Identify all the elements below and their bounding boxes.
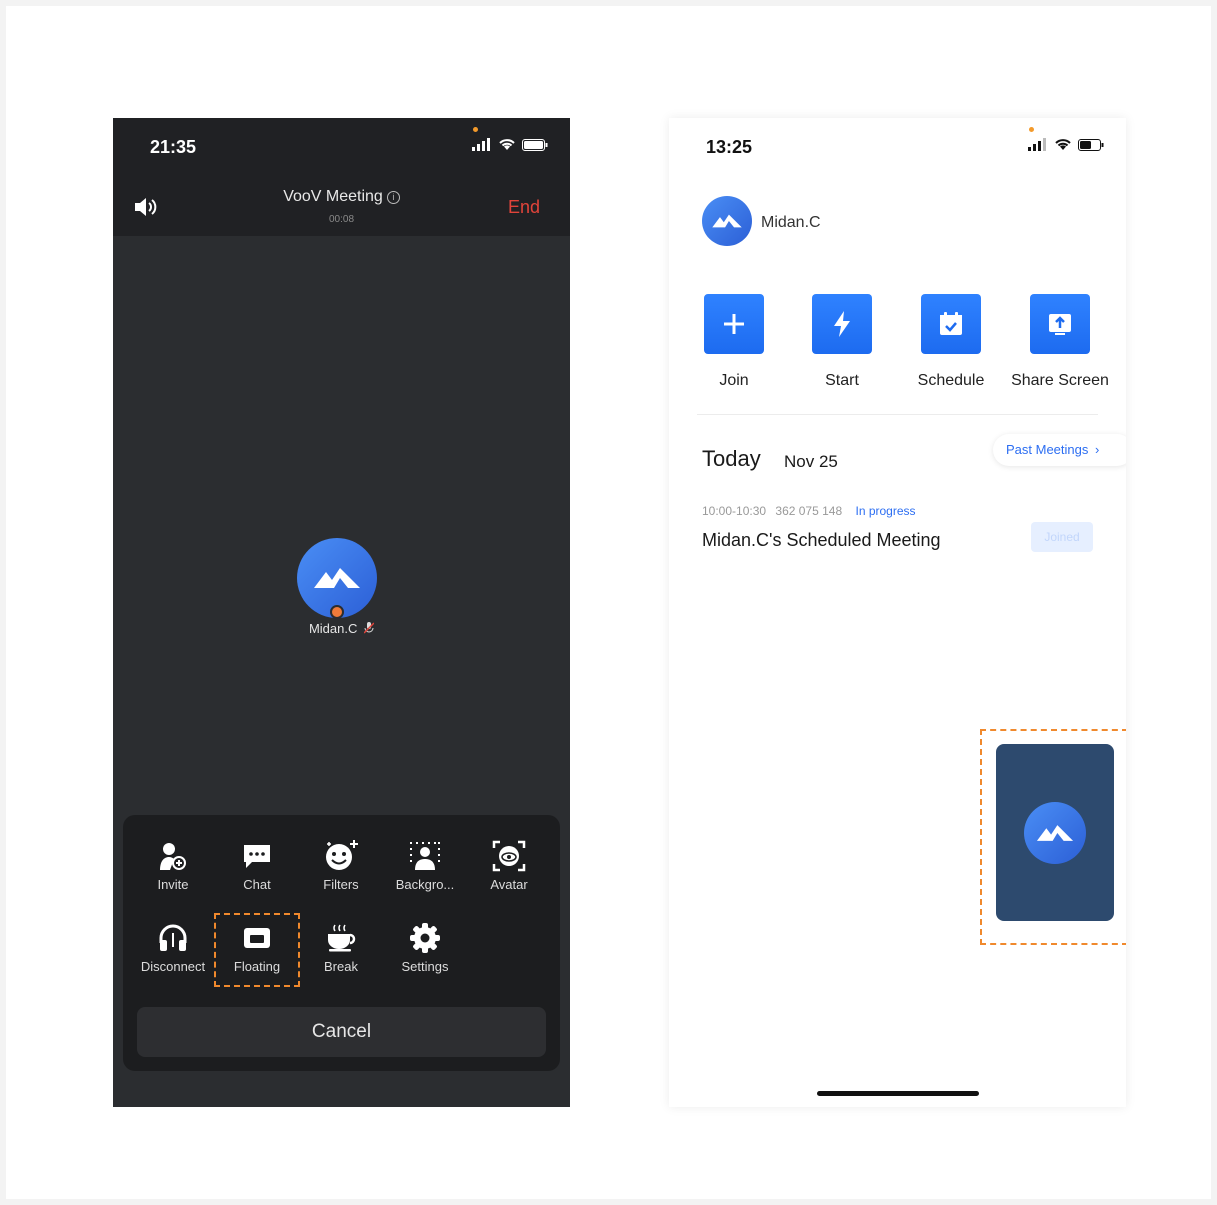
background-button[interactable]: Backgro... [383, 837, 467, 892]
joined-button[interactable]: Joined [1031, 522, 1093, 552]
background-icon [410, 842, 440, 870]
canvas: 21:35 VooV Meeting i 00:08 End Midan.C I… [6, 6, 1211, 1199]
headphones-icon [159, 924, 187, 951]
meeting-time-range: 10:00-10:30 [702, 504, 767, 518]
share-screen-icon [1049, 314, 1071, 335]
info-icon[interactable]: i [386, 191, 400, 204]
divider [697, 414, 1098, 415]
avatar-button[interactable]: Avatar [467, 837, 551, 892]
battery-icon [1078, 138, 1104, 151]
gear-icon [410, 923, 440, 953]
face-filter-icon [326, 840, 358, 870]
wifi-icon [499, 139, 515, 150]
participant-name: Midan.C [113, 621, 570, 636]
meeting-title[interactable]: Midan.C's Scheduled Meeting [702, 530, 941, 551]
meeting-title[interactable]: VooV Meeting i [113, 188, 570, 206]
floating-window[interactable] [996, 744, 1114, 921]
wifi-icon [1055, 139, 1071, 150]
chat-button[interactable]: Chat [215, 837, 299, 892]
disconnect-label: Disconnect [140, 959, 206, 974]
coffee-cup-icon [328, 924, 356, 952]
floating-avatar [1024, 801, 1086, 864]
settings-label: Settings [401, 959, 449, 974]
signal-icon [1028, 138, 1046, 151]
status-time: 13:25 [706, 137, 753, 157]
meeting-duration: 00:08 [328, 214, 355, 225]
participant-name-text: Midan.C [308, 621, 358, 636]
user-name[interactable]: Midan.C [761, 214, 821, 232]
invite-label: Invite [157, 877, 189, 892]
today-heading: Today [702, 446, 761, 471]
add-person-icon [160, 843, 186, 870]
past-meetings-button[interactable]: Past Meetings › [993, 434, 1126, 466]
meeting-screen: 21:35 VooV Meeting i 00:08 End Midan.C I… [113, 118, 570, 1107]
chevron-right-icon: › [1095, 442, 1100, 457]
background-label: Backgro... [395, 877, 455, 892]
break-label: Break [324, 959, 358, 974]
user-avatar[interactable] [702, 196, 752, 246]
mic-muted-icon [364, 622, 375, 634]
meeting-title-text: VooV Meeting [283, 188, 383, 205]
filters-button[interactable]: Filters [299, 837, 383, 892]
more-options-sheet: Invite Chat Filters Backgro... Avatar Di… [123, 815, 560, 1071]
join-label: Join [719, 372, 749, 389]
home-screen: 13:25 Midan.C Join Start Schedule Share … [669, 118, 1126, 1107]
calendar-check-icon [940, 312, 962, 335]
status-icons [472, 138, 548, 151]
start-label: Start [825, 372, 859, 389]
floating-highlight [214, 913, 300, 987]
disconnect-audio-button[interactable]: Disconnect [131, 919, 215, 974]
schedule-button[interactable]: Schedule [899, 294, 1003, 390]
avatar-icon [492, 840, 526, 872]
share-screen-label: Share Screen [1011, 372, 1109, 389]
meeting-status: In progress [855, 504, 916, 518]
break-button[interactable]: Break [299, 919, 383, 974]
today-date: Nov 25 [784, 452, 838, 471]
chat-label: Chat [243, 877, 271, 892]
past-meetings-label: Past Meetings [1006, 442, 1089, 457]
start-button[interactable]: Start [790, 294, 894, 390]
voov-logo-icon [712, 214, 742, 228]
meeting-id: 362 075 148 [775, 504, 843, 518]
meeting-header: 21:35 VooV Meeting i 00:08 End [113, 118, 570, 236]
signal-icon [472, 138, 490, 151]
meeting-meta: 10:00-10:30 362 075 148 In progress [702, 504, 916, 518]
settings-button[interactable]: Settings [383, 919, 467, 974]
recording-dot [473, 127, 478, 132]
status-icons [1028, 138, 1104, 151]
avatar-label: Avatar [490, 877, 528, 892]
voov-logo-icon [1036, 824, 1074, 841]
join-button[interactable]: Join [682, 294, 786, 390]
status-time: 21:35 [150, 137, 197, 157]
host-badge-icon [330, 605, 344, 619]
voov-logo-icon [314, 568, 360, 588]
filters-label: Filters [323, 877, 359, 892]
invite-button[interactable]: Invite [131, 837, 215, 892]
cancel-button[interactable]: Cancel [137, 1007, 546, 1057]
plus-icon [724, 314, 744, 334]
end-button[interactable]: End [508, 197, 540, 218]
battery-icon [522, 138, 548, 151]
recording-dot [1029, 127, 1034, 132]
home-indicator[interactable] [817, 1091, 979, 1096]
lightning-icon [834, 311, 850, 337]
schedule-label: Schedule [917, 372, 985, 389]
chat-icon [244, 845, 270, 868]
share-screen-button[interactable]: Share Screen [1008, 294, 1112, 390]
